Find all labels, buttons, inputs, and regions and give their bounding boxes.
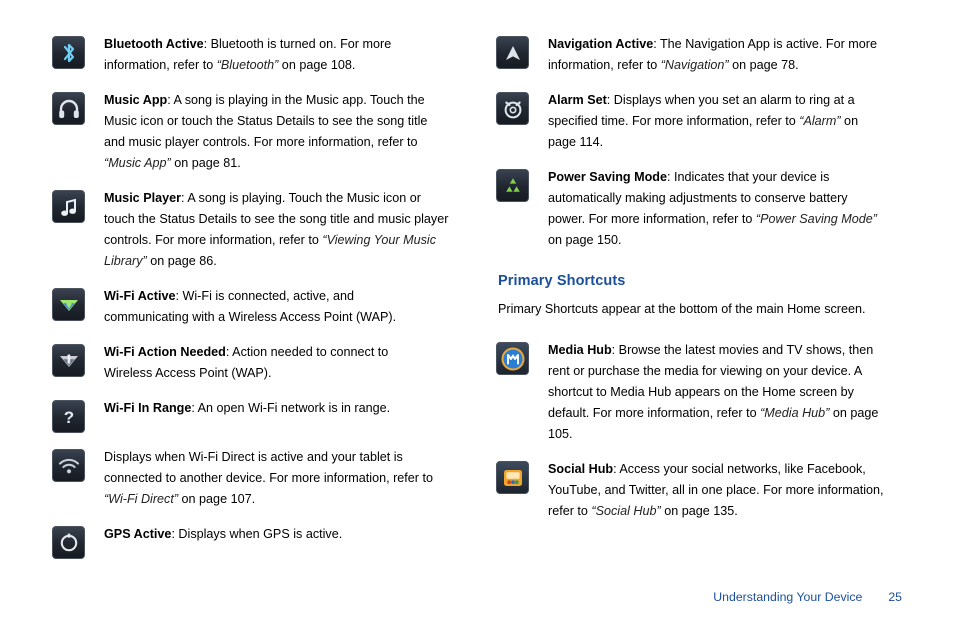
list-item-text: Wi-Fi In Range: An open Wi-Fi network is… (104, 401, 391, 415)
icon-cell (52, 286, 104, 321)
music-app-headphones-icon (52, 92, 85, 125)
list-item: Navigation Active: The Navigation App is… (496, 34, 896, 76)
power-saving-mode-recycle-icon (496, 169, 529, 202)
list-item-text: Alarm Set: Displays when you set an alar… (548, 93, 859, 149)
list-item: Displays when Wi-Fi Direct is active and… (52, 447, 452, 510)
social-hub-icon (496, 461, 529, 494)
list-item: Music Player: A song is playing. Touch t… (52, 188, 452, 272)
svg-text:?: ? (63, 408, 73, 427)
icon-cell (52, 188, 104, 223)
icon-cell (52, 447, 104, 482)
list-item-text: GPS Active: Displays when GPS is active. (104, 527, 343, 541)
page-footer: Understanding Your Device 25 (713, 590, 902, 604)
wifi-in-range-icon: ? (52, 400, 85, 433)
footer-page-number: 25 (888, 590, 902, 604)
icon-cell (52, 524, 104, 559)
alarm-set-icon (496, 92, 529, 125)
navigation-active-icon (496, 36, 529, 69)
list-item: Power Saving Mode: Indicates that your d… (496, 167, 896, 251)
bluetooth-active-icon (52, 36, 85, 69)
wifi-direct-icon (52, 449, 85, 482)
document-page: Bluetooth Active: Bluetooth is turned on… (0, 0, 954, 636)
list-item-text: Media Hub: Browse the latest movies and … (548, 343, 879, 441)
wifi-active-icon (52, 288, 85, 321)
section-heading-primary-shortcuts: Primary Shortcuts (498, 273, 626, 289)
icon-cell: ? (52, 398, 104, 433)
icon-cell (52, 90, 104, 125)
icon-cell (496, 34, 548, 69)
list-item-text: Music App: A song is playing in the Musi… (104, 93, 428, 170)
icon-cell (496, 167, 548, 202)
list-item-text: Social Hub: Access your social networks,… (548, 462, 884, 518)
list-item-text: Bluetooth Active: Bluetooth is turned on… (104, 37, 392, 72)
list-item-text: Wi-Fi Active: Wi-Fi is connected, active… (104, 289, 397, 324)
icon-cell (496, 459, 548, 494)
list-item: Music App: A song is playing in the Musi… (52, 90, 452, 174)
icon-cell (52, 34, 104, 69)
list-item-text: Music Player: A song is playing. Touch t… (104, 191, 449, 268)
left-column: Bluetooth Active: Bluetooth is turned on… (52, 34, 452, 573)
list-item-text: Wi-Fi Action Needed: Action needed to co… (104, 345, 389, 380)
list-item: Media Hub: Browse the latest movies and … (496, 340, 896, 445)
media-hub-icon (496, 342, 529, 375)
list-item: Wi-Fi Active: Wi-Fi is connected, active… (52, 286, 452, 328)
wifi-action-needed-icon (52, 344, 85, 377)
list-item: Wi-Fi Action Needed: Action needed to co… (52, 342, 452, 384)
list-item: ? Wi-Fi In Range: An open Wi-Fi network … (52, 398, 452, 433)
gps-active-icon (52, 526, 85, 559)
right-column: Navigation Active: The Navigation App is… (496, 34, 896, 536)
list-item: Social Hub: Access your social networks,… (496, 459, 896, 522)
section-intro-text: Primary Shortcuts appear at the bottom o… (498, 302, 866, 316)
list-item: GPS Active: Displays when GPS is active. (52, 524, 452, 559)
icon-cell (52, 342, 104, 377)
list-item: Bluetooth Active: Bluetooth is turned on… (52, 34, 452, 76)
list-item-text: Displays when Wi-Fi Direct is active and… (104, 450, 434, 506)
list-item-text: Power Saving Mode: Indicates that your d… (548, 170, 877, 247)
footer-chapter-label: Understanding Your Device (713, 590, 863, 604)
list-item: Alarm Set: Displays when you set an alar… (496, 90, 896, 153)
music-player-note-icon (52, 190, 85, 223)
icon-cell (496, 340, 548, 375)
list-item-text: Navigation Active: The Navigation App is… (548, 37, 877, 72)
icon-cell (496, 90, 548, 125)
